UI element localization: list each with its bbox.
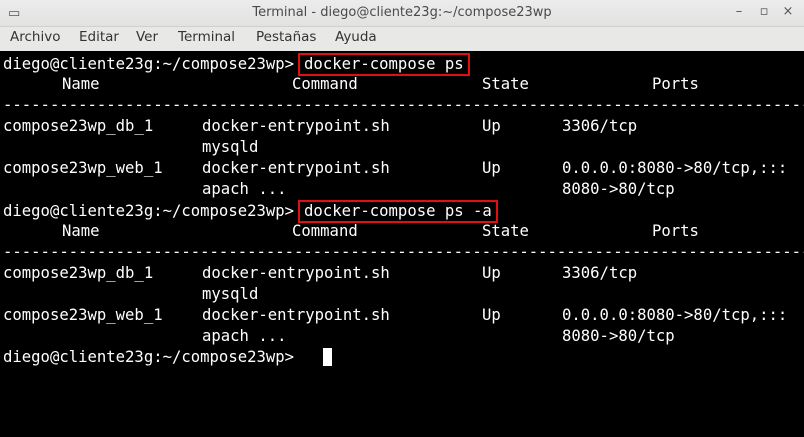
container-command: docker-entrypoint.sh (202, 306, 390, 324)
menu-terminal[interactable]: Terminal (178, 29, 235, 45)
command-highlight: docker-compose ps (298, 53, 470, 76)
terminal-window: ▭ Terminal - diego@cliente23g:~/compose2… (0, 0, 804, 437)
header-ports: Ports (652, 222, 699, 240)
title-bar: ▭ Terminal - diego@cliente23g:~/compose2… (0, 0, 804, 27)
prompt: diego@cliente23g:~/compose23wp> (3, 202, 295, 220)
container-name: compose23wp_db_1 (3, 117, 154, 135)
container-ports: 3306/tcp (562, 117, 638, 135)
container-ports: 8080->80/tcp (562, 180, 675, 198)
container-ports: 3306/tcp (562, 264, 638, 282)
container-command: apach ... (202, 327, 287, 345)
container-ports: 0.0.0.0:8080->80/tcp,::: (562, 306, 788, 324)
container-command: docker-entrypoint.sh (202, 159, 390, 177)
container-command: docker-entrypoint.sh (202, 117, 390, 135)
separator: ----------------------------------------… (3, 243, 804, 261)
container-name: compose23wp_db_1 (3, 264, 154, 282)
header-command: Command (292, 222, 358, 240)
header-name: Name (62, 75, 100, 93)
header-ports: Ports (652, 75, 699, 93)
container-state: Up (482, 117, 501, 135)
close-button[interactable]: × (779, 4, 797, 19)
menu-ayuda[interactable]: Ayuda (335, 29, 377, 45)
menu-archivo[interactable]: Archivo (10, 29, 60, 45)
container-state: Up (482, 306, 501, 324)
menu-pestanas[interactable]: Pestañas (256, 29, 316, 45)
menu-ver[interactable]: Ver (136, 29, 158, 45)
container-ports: 0.0.0.0:8080->80/tcp,::: (562, 159, 788, 177)
container-command: docker-entrypoint.sh (202, 264, 390, 282)
minimize-button[interactable]: – (730, 4, 748, 19)
prompt: diego@cliente23g:~/compose23wp> (3, 348, 295, 366)
header-name: Name (62, 222, 100, 240)
prompt-line: diego@cliente23g:~/compose23wp> docker-co… (3, 200, 498, 223)
container-state: Up (482, 159, 501, 177)
command-highlight: docker-compose ps -a (298, 200, 498, 223)
prompt-line: diego@cliente23g:~/compose23wp> (3, 347, 294, 368)
text-cursor (323, 348, 332, 366)
container-command: mysqld (202, 285, 259, 303)
container-name: compose23wp_web_1 (3, 159, 163, 177)
container-name: compose23wp_web_1 (3, 306, 163, 324)
separator: ----------------------------------------… (3, 96, 804, 114)
menu-editar[interactable]: Editar (79, 29, 119, 45)
terminal-output[interactable]: diego@cliente23g:~/compose23wp> docker-co… (0, 51, 804, 437)
maximize-button[interactable]: ▫ (755, 4, 773, 19)
window-title: Terminal - diego@cliente23g:~/compose23w… (252, 5, 552, 20)
container-command: mysqld (202, 138, 259, 156)
prompt: diego@cliente23g:~/compose23wp> (3, 55, 295, 73)
container-command: apach ... (202, 180, 287, 198)
header-state: State (482, 75, 529, 93)
header-command: Command (292, 75, 358, 93)
container-state: Up (482, 264, 501, 282)
container-ports: 8080->80/tcp (562, 327, 675, 345)
prompt-line: diego@cliente23g:~/compose23wp> docker-co… (3, 53, 470, 76)
header-state: State (482, 222, 529, 240)
menu-bar: Archivo Editar Ver Terminal Pestañas Ayu… (0, 27, 804, 51)
